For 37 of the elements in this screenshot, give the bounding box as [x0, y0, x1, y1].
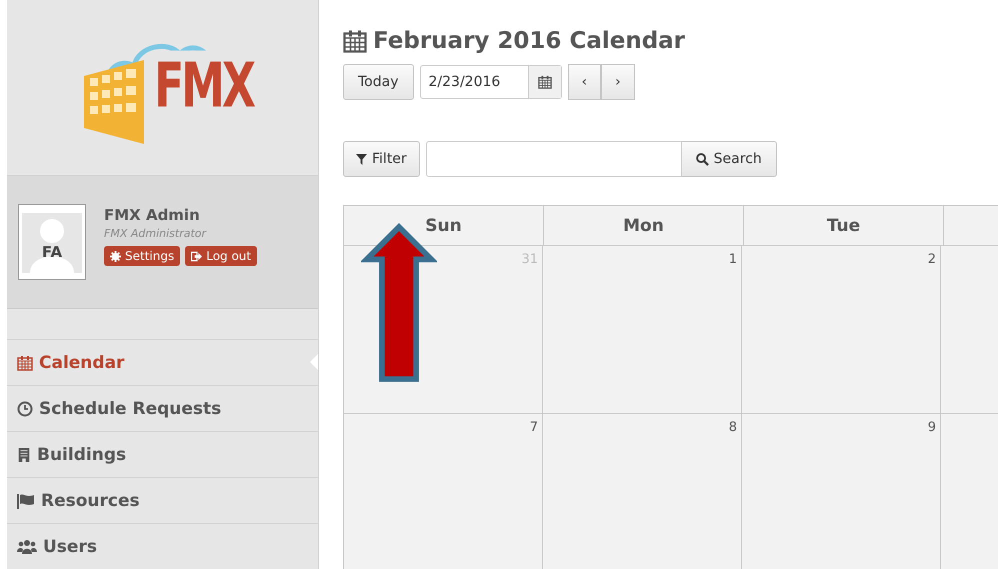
day-number: 1 [728, 252, 737, 267]
nav-item[interactable]: Users [7, 523, 318, 569]
day-number: 2 [928, 252, 936, 267]
date-field[interactable]: 2/23/2016 [420, 65, 562, 99]
page-title: February 2016 Calendar [373, 28, 686, 54]
weekday-header: Tue [744, 206, 944, 246]
flag-icon [17, 492, 35, 508]
gear-icon [110, 250, 121, 262]
day-number: 9 [928, 420, 936, 435]
nav-item[interactable]: Schedule Requests [7, 385, 318, 431]
building-icon [17, 446, 31, 462]
calendar-icon [343, 29, 367, 53]
avatar: FA [18, 204, 86, 280]
calendar-icon [17, 354, 33, 370]
search-button[interactable]: Search [682, 141, 777, 177]
next-button[interactable]: › [601, 64, 635, 100]
today-button[interactable]: Today [343, 64, 414, 100]
calendar-icon [538, 75, 552, 89]
previous-button[interactable]: ‹ [568, 64, 602, 100]
logout-button[interactable]: Log out [185, 246, 258, 266]
nav-item[interactable]: Buildings [7, 431, 318, 477]
users-icon [17, 538, 37, 554]
day-number: 8 [728, 420, 737, 435]
user-name: FMX Admin [104, 206, 200, 224]
weekday-header: Mon [544, 206, 744, 246]
filter-button[interactable]: Filter [343, 141, 420, 177]
day-number: 7 [530, 420, 538, 435]
settings-button[interactable]: Settings [104, 246, 180, 266]
search-field[interactable] [426, 141, 682, 177]
nav-item[interactable]: Calendar [7, 339, 318, 385]
logout-icon [191, 250, 202, 262]
search-icon [696, 152, 709, 166]
filter-icon [356, 154, 367, 164]
selection-caret [310, 354, 318, 370]
clock-icon [17, 400, 33, 416]
user-role: FMX Administrator [104, 227, 206, 240]
nav-item[interactable]: Resources [7, 477, 318, 523]
